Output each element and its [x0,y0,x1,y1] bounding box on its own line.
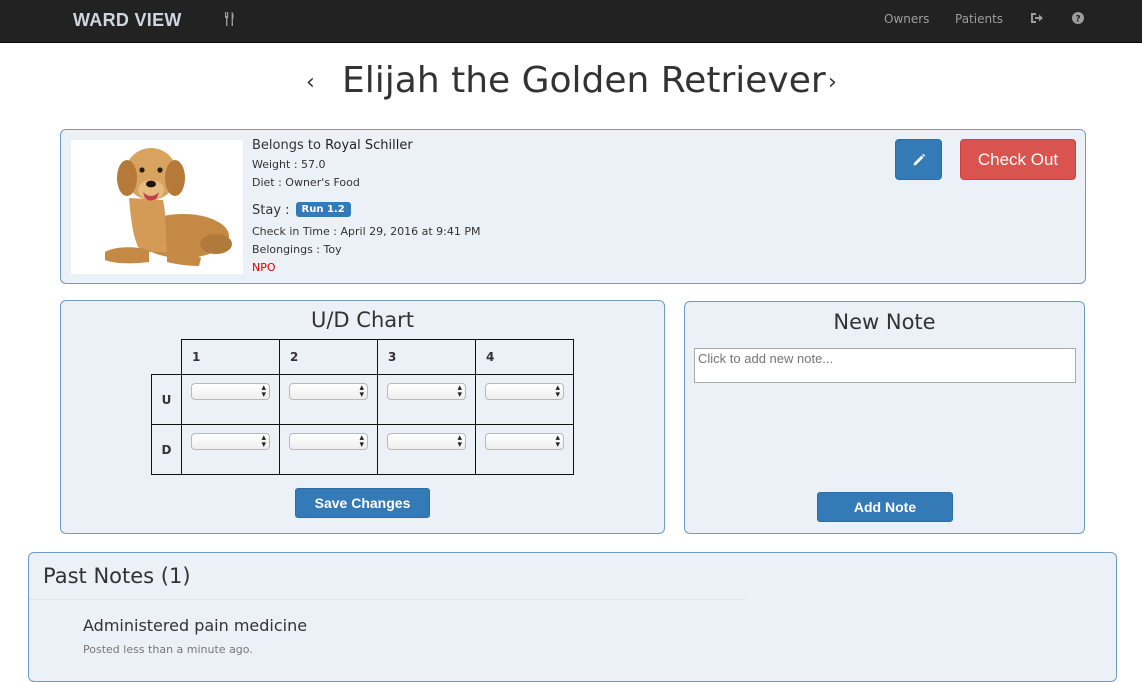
stay-line: Stay : Run 1.2 [252,202,351,218]
run-badge: Run 1.2 [295,202,351,217]
brand-logo[interactable]: WARD VIEW [73,10,182,31]
select-arrows-icon: ▴ ▾ [555,383,560,400]
past-notes-panel: Past Notes (1) Administered pain medicin… [28,552,1117,682]
select-arrows-icon: ▴ ▾ [457,383,462,400]
page-title: Elijah the Golden Retriever [342,60,826,101]
add-note-button[interactable]: Add Note [817,492,953,522]
svg-text:?: ? [1075,15,1080,25]
table-row: U ▴ ▾ ▴ ▾ ▴ ▾ ▴ ▾ [151,374,574,425]
cutlery-icon[interactable] [222,11,238,27]
new-note-panel: New Note Add Note [684,301,1085,534]
nav-link-patients[interactable]: Patients [955,12,1003,26]
ud-select-u-3[interactable]: ▴ ▾ [387,383,466,400]
row-label: U [151,374,182,425]
edit-patient-button[interactable] [895,139,942,180]
ud-chart-panel: U/D Chart 1 2 3 4 U ▴ ▾ ▴ ▾ ▴ ▾ ▴ ▾ D ▴ ▾ ▴ ▾ … [60,300,665,534]
past-notes-title: Past Notes (1) [43,564,191,588]
select-arrows-icon: ▴ ▾ [359,433,364,450]
previous-patient-arrow[interactable]: ‹ [306,72,315,94]
ud-select-u-2[interactable]: ▴ ▾ [289,383,368,400]
column-header: 3 [377,339,476,375]
save-changes-button[interactable]: Save Changes [295,488,430,518]
row-label: D [151,424,182,475]
nav-link-owners[interactable]: Owners [884,12,929,26]
diet-text: Diet : Owner's Food [252,176,360,189]
checkin-text: Check in Time : April 29, 2016 at 9:41 P… [252,225,481,238]
select-arrows-icon: ▴ ▾ [457,433,462,450]
table-row: D ▴ ▾ ▴ ▾ ▴ ▾ ▴ ▾ [151,424,574,475]
help-icon[interactable]: ? [1071,11,1085,25]
owner-line: Belongs to Royal Schiller [252,138,413,153]
next-patient-arrow[interactable]: › [828,72,837,94]
logout-icon[interactable] [1030,11,1044,25]
new-note-input[interactable] [694,348,1076,383]
status-npo: NPO [252,261,276,274]
title-row: ‹ Elijah the Golden Retriever › [0,58,1142,110]
column-header: 2 [279,339,378,375]
select-arrows-icon: ▴ ▾ [261,433,266,450]
table-corner [151,339,182,375]
ud-select-d-4[interactable]: ▴ ▾ [485,433,564,450]
select-arrows-icon: ▴ ▾ [261,383,266,400]
new-note-title: New Note [833,310,936,334]
belongings-text: Belongings : Toy [252,243,342,256]
ud-chart-table: 1 2 3 4 U ▴ ▾ ▴ ▾ ▴ ▾ ▴ ▾ D ▴ ▾ ▴ ▾ ▴ ▾ ▴ ▾ [151,339,574,475]
navbar: WARD VIEW Owners Patients ? [0,0,1142,43]
ud-chart-title: U/D Chart [310,308,414,332]
weight-text: Weight : 57.0 [252,158,326,171]
owner-prefix: Belongs to [252,138,326,153]
owner-name-link[interactable]: Royal Schiller [325,138,413,153]
check-out-button[interactable]: Check Out [960,139,1076,180]
select-arrows-icon: ▴ ▾ [359,383,364,400]
past-note-timestamp: Posted less than a minute ago. [83,643,253,656]
column-header: 1 [181,339,280,375]
select-arrows-icon: ▴ ▾ [555,433,560,450]
ud-select-u-4[interactable]: ▴ ▾ [485,383,564,400]
patient-info-panel: Belongs to Royal Schiller Weight : 57.0 … [60,129,1086,284]
ud-select-d-3[interactable]: ▴ ▾ [387,433,466,450]
ud-select-d-2[interactable]: ▴ ▾ [289,433,368,450]
ud-select-d-1[interactable]: ▴ ▾ [191,433,270,450]
pencil-icon [913,153,925,165]
divider [29,599,745,600]
column-header: 4 [475,339,574,375]
ud-select-u-1[interactable]: ▴ ▾ [191,383,270,400]
stay-label: Stay : [252,203,290,218]
past-note-text: Administered pain medicine [83,616,308,635]
patient-photo [71,140,243,274]
ud-header-row: 1 2 3 4 [151,339,574,375]
